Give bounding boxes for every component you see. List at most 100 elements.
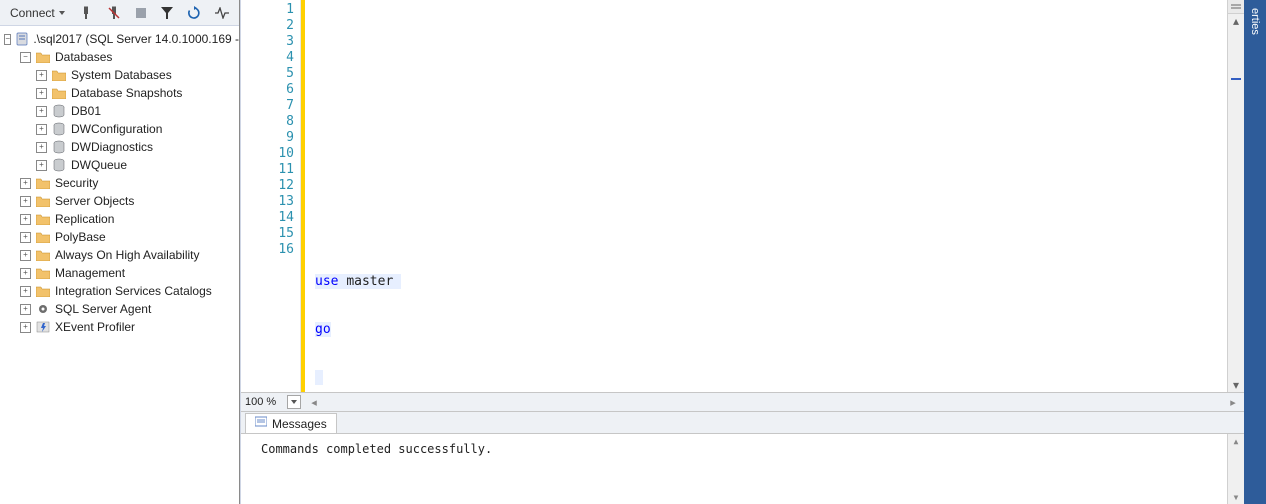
snapshots-label: Database Snapshots — [71, 86, 182, 100]
line-number: 4 — [241, 50, 294, 66]
db01-label: DB01 — [71, 104, 101, 118]
stop-icon[interactable] — [131, 5, 151, 21]
messages-tab-label: Messages — [272, 417, 327, 431]
folder-icon — [35, 175, 51, 191]
expand-icon[interactable]: + — [36, 70, 47, 81]
expand-icon[interactable]: + — [36, 88, 47, 99]
tree-dwconfig-node[interactable]: + DWConfiguration — [0, 120, 239, 138]
collapse-icon[interactable]: − — [20, 52, 31, 63]
tree-agent-node[interactable]: + SQL Server Agent — [0, 300, 239, 318]
tree-system-databases-node[interactable]: + System Databases — [0, 66, 239, 84]
expand-icon[interactable]: + — [36, 124, 47, 135]
line-number: 11 — [241, 162, 294, 178]
folder-icon — [51, 85, 67, 101]
scroll-right-icon[interactable]: ▸ — [1226, 395, 1240, 409]
tree-management-node[interactable]: + Management — [0, 264, 239, 282]
folder-icon — [35, 211, 51, 227]
expand-icon[interactable]: + — [20, 178, 31, 189]
collapse-icon[interactable]: − — [4, 34, 11, 45]
folder-icon — [51, 67, 67, 83]
line-number: 15 — [241, 226, 294, 242]
scroll-down-icon[interactable]: ▾ — [1228, 378, 1244, 392]
tree-server-objects-node[interactable]: + Server Objects — [0, 192, 239, 210]
polybase-label: PolyBase — [55, 230, 106, 244]
line-number: 8 — [241, 114, 294, 130]
folder-icon — [35, 265, 51, 281]
line-number: 2 — [241, 18, 294, 34]
database-icon — [51, 103, 67, 119]
object-explorer-panel: Connect − .\sql2017 (SQL Server 14.0.100… — [0, 0, 240, 504]
messages-vertical-scrollbar[interactable]: ▴ ▾ — [1227, 434, 1244, 504]
alwayson-label: Always On High Availability — [55, 248, 200, 262]
results-tabstrip: Messages — [241, 412, 1244, 434]
expand-icon[interactable]: + — [36, 160, 47, 171]
folder-icon — [35, 49, 51, 65]
filter-icon[interactable] — [157, 5, 177, 21]
messages-body[interactable]: Commands completed successfully. ▴ ▾ — [241, 434, 1244, 504]
expand-icon[interactable]: + — [36, 142, 47, 153]
editor-split: 1 2 3 4 5 6 7 8 9 10 11 12 13 14 15 16 u… — [240, 0, 1244, 504]
disconnect-plug-icon[interactable] — [103, 4, 125, 22]
expand-icon[interactable]: + — [36, 106, 47, 117]
gear-icon — [35, 301, 51, 317]
line-number-gutter: 1 2 3 4 5 6 7 8 9 10 11 12 13 14 15 16 — [241, 0, 301, 392]
dwconfig-label: DWConfiguration — [71, 122, 162, 136]
tree-dwdiag-node[interactable]: + DWDiagnostics — [0, 138, 239, 156]
databases-label: Databases — [55, 50, 112, 64]
expand-icon[interactable]: + — [20, 304, 31, 315]
xevent-icon — [35, 319, 51, 335]
expand-icon[interactable]: + — [20, 250, 31, 261]
line-number: 5 — [241, 66, 294, 82]
expand-icon[interactable]: + — [20, 196, 31, 207]
scrollbar-change-marker — [1231, 78, 1241, 80]
line-number: 3 — [241, 34, 294, 50]
expand-icon[interactable]: + — [20, 232, 31, 243]
expand-icon[interactable]: + — [20, 322, 31, 333]
folder-icon — [35, 229, 51, 245]
sql-identifier: master — [346, 274, 393, 289]
tree-databases-node[interactable]: − Databases — [0, 48, 239, 66]
tree-isc-node[interactable]: + Integration Services Catalogs — [0, 282, 239, 300]
folder-icon — [35, 283, 51, 299]
tree-server-node[interactable]: − .\sql2017 (SQL Server 14.0.1000.169 - — [0, 30, 239, 48]
tree-db01-node[interactable]: + DB01 — [0, 102, 239, 120]
code-body[interactable]: use master go create database DB02 go — [305, 0, 1227, 392]
tab-messages[interactable]: Messages — [245, 413, 337, 433]
refresh-icon[interactable] — [183, 4, 205, 22]
tree-replication-node[interactable]: + Replication — [0, 210, 239, 228]
scroll-up-icon[interactable]: ▴ — [1228, 434, 1244, 448]
expand-icon[interactable]: + — [20, 268, 31, 279]
tree-polybase-node[interactable]: + PolyBase — [0, 228, 239, 246]
tree-snapshots-node[interactable]: + Database Snapshots — [0, 84, 239, 102]
messages-icon — [255, 416, 267, 431]
properties-collapsed-tab[interactable]: erties — [1244, 0, 1266, 504]
expand-icon[interactable]: + — [20, 286, 31, 297]
expand-icon[interactable]: + — [20, 214, 31, 225]
xevent-label: XEvent Profiler — [55, 320, 135, 334]
connect-label: Connect — [10, 6, 55, 20]
scroll-up-icon[interactable]: ▴ — [1228, 14, 1244, 28]
isc-label: Integration Services Catalogs — [55, 284, 212, 298]
folder-icon — [35, 247, 51, 263]
properties-tab-label: erties — [1249, 8, 1261, 35]
zoom-dropdown-button[interactable] — [287, 395, 301, 409]
tree-dwqueue-node[interactable]: + DWQueue — [0, 156, 239, 174]
messages-panel: Messages Commands completed successfully… — [241, 412, 1244, 504]
editor-vertical-scrollbar[interactable]: ▴ ▾ — [1227, 0, 1244, 392]
scroll-down-icon[interactable]: ▾ — [1228, 490, 1244, 504]
zoom-bar: 100 % ◂ ▸ — [241, 392, 1244, 412]
tree-xevent-node[interactable]: + XEvent Profiler — [0, 318, 239, 336]
object-explorer-tree[interactable]: − .\sql2017 (SQL Server 14.0.1000.169 - … — [0, 26, 239, 504]
split-toggle-icon[interactable] — [1228, 0, 1244, 14]
line-number: 10 — [241, 146, 294, 162]
scroll-left-icon[interactable]: ◂ — [307, 395, 321, 409]
connect-plug-icon[interactable] — [75, 4, 97, 22]
tree-alwayson-node[interactable]: + Always On High Availability — [0, 246, 239, 264]
code-editor[interactable]: 1 2 3 4 5 6 7 8 9 10 11 12 13 14 15 16 u… — [241, 0, 1244, 392]
messages-text: Commands completed successfully. — [261, 442, 492, 456]
activity-icon[interactable] — [211, 5, 233, 21]
connect-dropdown-button[interactable]: Connect — [6, 4, 69, 22]
database-icon — [51, 121, 67, 137]
tree-security-node[interactable]: + Security — [0, 174, 239, 192]
sql-keyword: go — [315, 322, 331, 337]
